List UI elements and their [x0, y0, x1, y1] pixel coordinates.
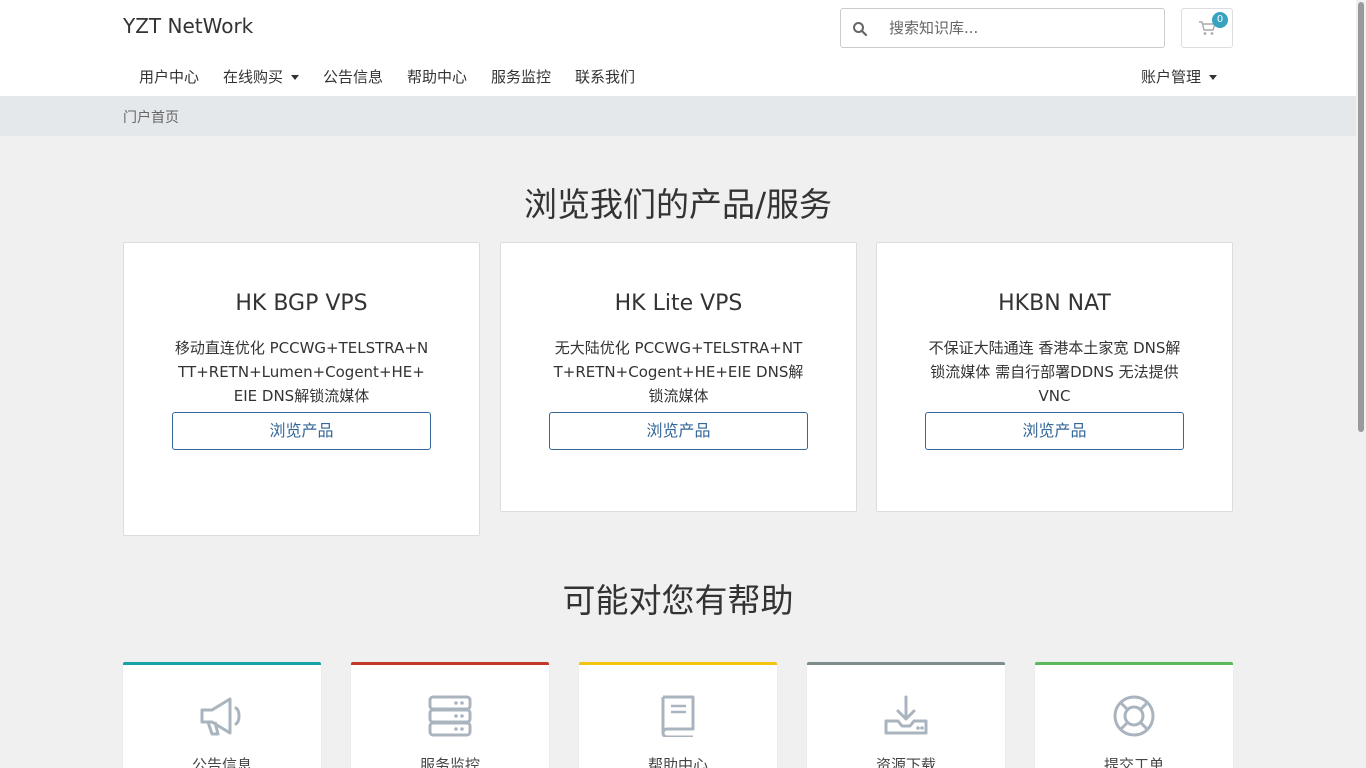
nav-store-dropdown[interactable]: 在线购买 [223, 66, 300, 87]
browse-products-button[interactable]: 浏览产品 [172, 412, 431, 450]
nav-help-center[interactable]: 帮助中心 [407, 66, 467, 87]
nav-announcements[interactable]: 公告信息 [323, 66, 383, 87]
nav-service-monitor[interactable]: 服务监控 [491, 66, 551, 87]
tile-service-monitor[interactable]: 服务监控 [351, 662, 549, 768]
product-card: HK BGP VPS 移动直连优化 PCCWG+TELSTRA+NTT+RETN… [123, 242, 480, 536]
product-card: HK Lite VPS 无大陆优化 PCCWG+TELSTRA+NTT+RETN… [500, 242, 857, 512]
server-icon [428, 695, 472, 737]
main-nav: 用户中心 在线购买 公告信息 帮助中心 服务监控 联系我们 账户管理 [0, 62, 1356, 92]
product-description: 不保证大陆通连 香港本土家宽 DNS解锁流媒体 需自行部署DDNS 无法提供VN… [928, 339, 1181, 405]
tile-announcements[interactable]: 公告信息 [123, 662, 321, 768]
product-name: HK BGP VPS [235, 291, 368, 316]
browse-products-button[interactable]: 浏览产品 [925, 412, 1184, 450]
megaphone-icon [200, 697, 241, 736]
product-name: HKBN NAT [998, 291, 1111, 316]
download-icon [884, 695, 928, 735]
search-input[interactable] [889, 17, 1149, 39]
lifebuoy-icon [1113, 695, 1155, 737]
book-icon [661, 695, 695, 737]
page-scrollbar[interactable] [1356, 0, 1366, 768]
nav-account-dropdown[interactable]: 账户管理 [1141, 66, 1218, 87]
chevron-down-icon [291, 75, 300, 80]
product-name: HK Lite VPS [614, 291, 743, 316]
product-description: 移动直连优化 PCCWG+TELSTRA+NTT+RETN+Lumen+Coge… [174, 339, 429, 405]
breadcrumb: 门户首页 [0, 96, 1356, 136]
tile-label: 提交工单 [1103, 756, 1164, 768]
breadcrumb-home[interactable]: 门户首页 [123, 107, 179, 127]
tile-label: 公告信息 [191, 756, 252, 768]
scrollbar-thumb[interactable] [1358, 2, 1364, 432]
nav-contact-us[interactable]: 联系我们 [575, 66, 635, 87]
browse-products-button[interactable]: 浏览产品 [549, 412, 808, 450]
nav-store-label: 在线购买 [223, 68, 284, 86]
product-card: HKBN NAT 不保证大陆通连 香港本土家宽 DNS解锁流媒体 需自行部署DD… [876, 242, 1233, 512]
brand-logo[interactable]: YZT NetWork [123, 14, 253, 38]
top-bar: YZT NetWork 0 用户中心 在线购买 公告信息 帮助中心 服务监控 联… [0, 0, 1356, 96]
products-heading: 浏览我们的产品/服务 [523, 185, 833, 224]
tile-label: 帮助中心 [647, 756, 708, 768]
nav-user-center[interactable]: 用户中心 [139, 66, 199, 87]
chevron-down-icon [1209, 75, 1218, 80]
cart-count-badge: 0 [1212, 12, 1228, 28]
tile-label: 资源下载 [875, 756, 936, 768]
tile-submit-ticket[interactable]: 提交工单 [1035, 662, 1233, 768]
product-description: 无大陆优化 PCCWG+TELSTRA+NTT+RETN+Cogent+HE+E… [553, 339, 804, 405]
tile-label: 服务监控 [419, 756, 480, 768]
tile-help-center[interactable]: 帮助中心 [579, 662, 777, 768]
search-icon [853, 22, 868, 37]
help-heading: 可能对您有帮助 [562, 581, 794, 620]
nav-account-label: 账户管理 [1141, 68, 1202, 86]
cart-button[interactable]: 0 [1181, 8, 1233, 48]
search-box[interactable] [840, 8, 1165, 48]
tile-downloads[interactable]: 资源下载 [807, 662, 1005, 768]
